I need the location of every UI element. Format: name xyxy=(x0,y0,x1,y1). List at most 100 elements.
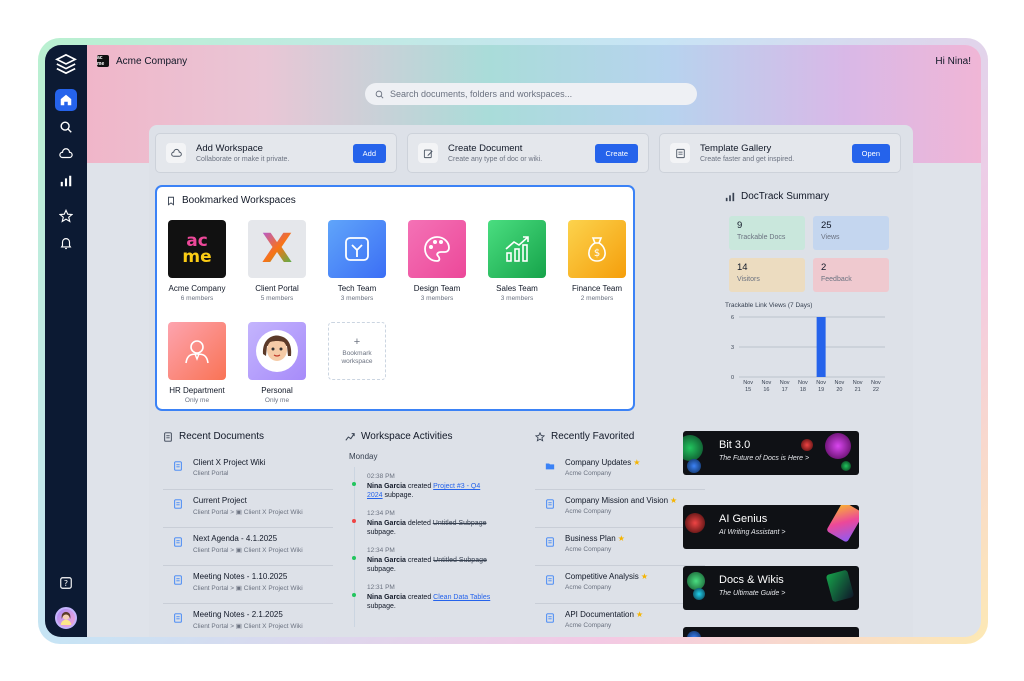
activity-time: 12:34 PM xyxy=(367,509,395,517)
stat-trackable-docs[interactable]: 9 Trackable Docs xyxy=(729,216,805,250)
stat-value: 14 xyxy=(737,262,748,273)
app-logo-icon[interactable] xyxy=(55,53,77,75)
chevron-right-icon: > xyxy=(781,590,786,597)
workspace-tile-hr[interactable]: HR Department Only me xyxy=(162,322,232,404)
bookmark-workspace-button[interactable]: + Bookmark workspace xyxy=(322,322,392,380)
acme-logo-icon: ac me xyxy=(168,220,226,278)
star-icon[interactable]: ★ xyxy=(633,458,640,467)
workspaces-icon[interactable] xyxy=(55,143,77,165)
workspace-tile-sales-team[interactable]: Sales Team 3 members xyxy=(482,220,552,302)
recent-document-row[interactable]: Current Project Client Portal > ▣ Client … xyxy=(163,490,333,528)
greeting: Hi Nina! xyxy=(935,56,971,67)
create-document-button[interactable]: Create xyxy=(595,143,638,163)
promo-subtitle: The Ultimate Guide > xyxy=(719,590,859,597)
stat-value: 25 xyxy=(821,220,832,231)
workspace-members: 3 members xyxy=(420,295,454,302)
palette-icon xyxy=(408,220,466,278)
favorite-workspace: Acme Company xyxy=(565,622,612,629)
bookmarks-title-text: Bookmarked Workspaces xyxy=(182,195,296,206)
chart-title: Trackable Link Views (7 Days) xyxy=(725,302,813,309)
brand[interactable]: ac me Acme Company xyxy=(97,55,187,67)
activity-suffix: subpage. xyxy=(367,603,396,611)
add-workspace-card[interactable]: Add Workspace Collaborate or make it pri… xyxy=(155,133,397,173)
workspace-members: 3 members xyxy=(340,295,374,302)
activity-suffix: subpage. xyxy=(367,529,396,537)
stat-feedback[interactable]: 2 Feedback xyxy=(813,258,889,292)
workspace-tile-design-team[interactable]: Design Team 3 members xyxy=(402,220,472,302)
notifications-icon[interactable] xyxy=(55,232,77,254)
stat-value: 9 xyxy=(737,220,743,231)
favorite-row[interactable]: Business Plan ★ Acme Company xyxy=(535,528,705,566)
template-gallery-card[interactable]: Template Gallery Create faster and get i… xyxy=(659,133,901,173)
recent-document-row[interactable]: Meeting Notes - 2.1.2025 Client Portal > … xyxy=(163,604,333,637)
activity-time: 12:34 PM xyxy=(367,546,395,554)
add-bookmark-box[interactable]: + Bookmark workspace xyxy=(328,322,386,380)
acme-logo-text-bottom: me xyxy=(182,247,212,267)
star-icon[interactable]: ★ xyxy=(636,610,643,619)
document-path: Client Portal > ▣ Client X Project Wiki xyxy=(193,585,303,592)
activities-title-text: Workspace Activities xyxy=(361,431,453,442)
favorites-icon[interactable] xyxy=(55,205,77,227)
user-avatar[interactable] xyxy=(55,607,77,629)
chart-y-tick-label: 3 xyxy=(731,345,734,351)
star-icon[interactable]: ★ xyxy=(670,496,677,505)
workspace-name: Acme Company xyxy=(168,284,226,293)
promo-card-docs-wikis[interactable]: Docs & Wikis The Ultimate Guide > xyxy=(683,566,859,610)
workspace-tile-client-portal[interactable]: X Client Portal 5 members xyxy=(242,220,312,302)
favorite-row[interactable]: Company Updates ★ Acme Company xyxy=(535,452,705,490)
activity-day: Monday xyxy=(349,452,378,461)
promo-subtitle-text: The Future of Docs is Here xyxy=(719,455,804,462)
create-document-card[interactable]: Create Document Create any type of doc o… xyxy=(407,133,649,173)
stat-views[interactable]: 25 Views xyxy=(813,216,889,250)
star-icon xyxy=(535,431,545,442)
workspace-name: Sales Team xyxy=(496,284,538,293)
open-template-gallery-button[interactable]: Open xyxy=(851,143,890,163)
home-icon[interactable] xyxy=(55,89,77,111)
favorites-title-text: Recently Favorited xyxy=(551,431,635,442)
favorite-title-text: Business Plan xyxy=(565,534,616,543)
activity-target[interactable]: Clean Data Tables xyxy=(433,594,490,601)
recent-document-row[interactable]: Meeting Notes - 1.10.2025 Client Portal >… xyxy=(163,566,333,604)
activity-item: 12:31 PM Nina Garcia created Clean Data T… xyxy=(345,584,515,612)
favorite-title: API Documentation ★ xyxy=(565,610,643,619)
promo-card-partial[interactable] xyxy=(683,627,859,637)
favorite-title: Business Plan ★ xyxy=(565,534,625,543)
workspace-tile-finance-team[interactable]: $ Finance Team 2 members xyxy=(562,220,632,302)
search-icon[interactable] xyxy=(55,116,77,138)
stat-visitors[interactable]: 14 Visitors xyxy=(729,258,805,292)
workspace-tile-personal[interactable]: Personal Only me xyxy=(242,322,312,404)
chart-x-tick-label: Nov xyxy=(834,380,844,386)
recent-document-row[interactable]: Next Agenda - 4.1.2025 Client Portal > ▣ … xyxy=(163,528,333,566)
recent-document-row[interactable]: Client X Project Wiki Client Portal xyxy=(163,452,333,490)
workspace-members: 5 members xyxy=(260,295,294,302)
search-icon xyxy=(375,90,384,98)
analytics-icon[interactable] xyxy=(55,170,77,192)
document-title: Meeting Notes - 1.10.2025 xyxy=(193,572,288,581)
chart-x-tick-label: Nov xyxy=(761,380,771,386)
favorite-row[interactable]: API Documentation ★ Acme Company xyxy=(535,604,705,637)
favorite-workspace: Acme Company xyxy=(565,584,612,591)
workspace-tile-acme[interactable]: ac me Acme Company 6 members xyxy=(162,220,232,302)
chart-y-tick-label: 6 xyxy=(731,315,734,321)
question-icon[interactable]: ? xyxy=(55,572,77,594)
promo-card-bit[interactable]: Bit 3.0 The Future of Docs is Here > xyxy=(683,431,859,475)
favorite-row[interactable]: Competitive Analysis ★ Acme Company xyxy=(535,566,705,604)
search-bar[interactable] xyxy=(365,83,697,105)
svg-text:$: $ xyxy=(594,248,600,259)
chart-x-tick-label: Nov xyxy=(816,380,826,386)
promo-card-ai-genius[interactable]: AI Genius AI Writing Assistant > xyxy=(683,505,859,549)
search-input[interactable] xyxy=(390,89,670,99)
activity-list: 02:38 PM Nina Garcia created Project #3 -… xyxy=(345,473,515,612)
favorite-row[interactable]: Company Mission and Vision ★ Acme Company xyxy=(535,490,705,528)
activity-target: Untitled Subpage xyxy=(433,556,487,564)
favorite-workspace: Acme Company xyxy=(565,508,612,515)
star-icon[interactable]: ★ xyxy=(641,572,648,581)
star-icon[interactable]: ★ xyxy=(618,534,625,543)
add-bookmark-label: Bookmark workspace xyxy=(341,349,373,366)
app-screen: ? ac me Acme Company Hi Nina! Search doc… xyxy=(45,45,981,637)
client-portal-logo-icon: X xyxy=(248,220,306,278)
workspace-tile-tech-team[interactable]: Tech Team 3 members xyxy=(322,220,392,302)
chart-x-tick-label: 20 xyxy=(836,387,842,393)
money-bag-icon: $ xyxy=(568,220,626,278)
add-workspace-button[interactable]: Add xyxy=(352,143,386,163)
